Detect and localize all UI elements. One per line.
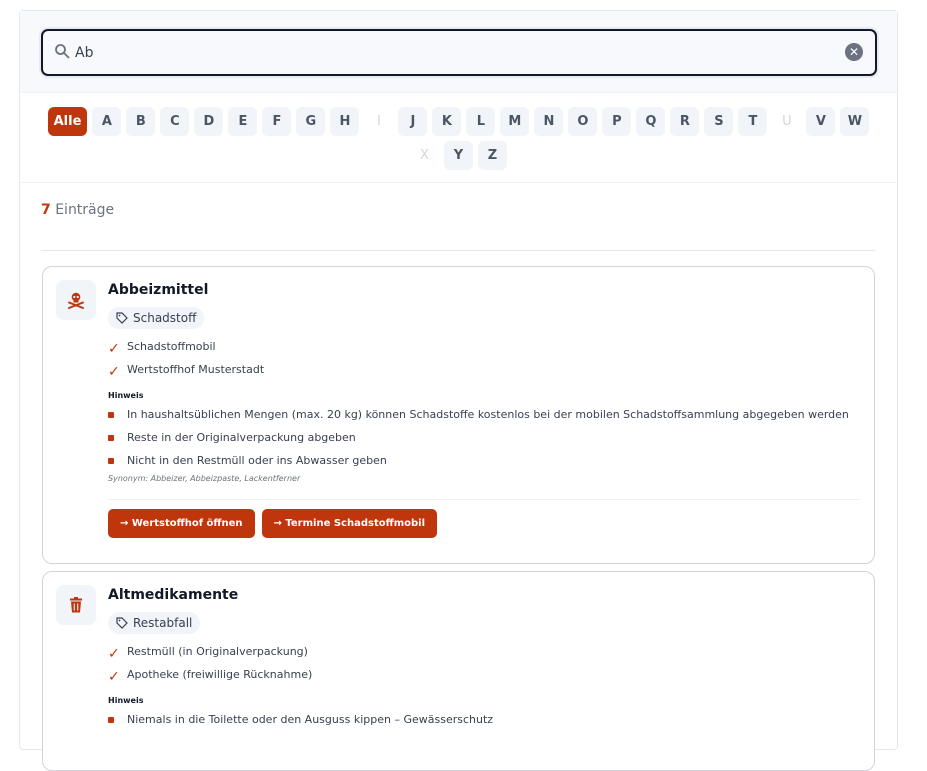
- letter-filter-i: I: [376, 114, 381, 129]
- skull-crossbones-icon: [56, 280, 96, 320]
- category-tag-label: Schadstoff: [133, 311, 197, 325]
- search-input[interactable]: [75, 40, 835, 66]
- letter-filter-j[interactable]: J: [398, 107, 428, 136]
- tag-icon: [116, 617, 128, 629]
- hint-item: In haushaltsüblichen Mengen (max. 20 kg)…: [108, 403, 860, 426]
- letter-filter-e[interactable]: E: [228, 107, 258, 136]
- letter-filter-g[interactable]: G: [296, 107, 326, 136]
- letter-filter-u: U: [782, 114, 792, 129]
- destination-label: Wertstoffhof Musterstadt: [127, 363, 265, 376]
- result-count-label: Einträge: [55, 202, 115, 218]
- result-count: 7 Einträge: [20, 183, 897, 250]
- card-body: Abbeizmittel Schadstoff ✓ Schadstoffmobil…: [108, 282, 860, 538]
- tag-icon: [116, 312, 128, 324]
- letter-filter-t[interactable]: T: [738, 107, 768, 136]
- hint-item: Reste in der Originalverpackung abgeben: [108, 426, 860, 449]
- category-tag[interactable]: Schadstoff: [108, 307, 205, 329]
- result-card-altmedikamente: Altmedikamente Restabfall ✓ Restmüll (in …: [42, 571, 875, 771]
- hint-text: Niemals in die Toilette oder den Ausguss…: [127, 713, 494, 726]
- divider: [41, 250, 875, 251]
- search-zone: ✕: [20, 11, 897, 93]
- bullet-icon: [108, 411, 114, 418]
- destination-item: ✓ Wertstoffhof Musterstadt: [108, 363, 860, 386]
- letter-filter-p[interactable]: P: [602, 107, 632, 136]
- hint-item: Nicht in den Restmüll oder ins Abwasser …: [108, 449, 860, 472]
- alphabet-row: Alle A B C D E F G H I J K L M N O P Q R S T U V W: [20, 107, 897, 136]
- letter-filter-h[interactable]: H: [330, 107, 360, 136]
- destination-item: ✓ Restmüll (in Originalverpackung): [108, 645, 860, 668]
- hint-text: Nicht in den Restmüll oder ins Abwasser …: [127, 454, 387, 467]
- letter-filter-f[interactable]: F: [262, 107, 292, 136]
- result-count-number: 7: [41, 202, 51, 218]
- letter-filter-a[interactable]: A: [92, 107, 122, 136]
- open-recycling-center-button[interactable]: → Wertstoffhof öffnen: [108, 509, 255, 538]
- destination-label: Apotheke (freiwillige Rücknahme): [127, 668, 313, 681]
- destination-item: ✓ Apotheke (freiwillige Rücknahme): [108, 668, 860, 691]
- letter-filter-o[interactable]: O: [568, 107, 598, 136]
- destination-label: Schadstoffmobil: [127, 340, 216, 353]
- letter-filter-b[interactable]: B: [126, 107, 156, 136]
- letter-filter-y[interactable]: Y: [444, 141, 473, 170]
- card-title: Abbeizmittel: [108, 282, 209, 298]
- letter-filter-r[interactable]: R: [670, 107, 700, 136]
- category-tag[interactable]: Restabfall: [108, 612, 201, 634]
- letter-filter-d[interactable]: D: [194, 107, 224, 136]
- bullet-icon: [108, 457, 114, 464]
- letter-filter-s[interactable]: S: [704, 107, 734, 136]
- category-tag-label: Restabfall: [133, 616, 193, 630]
- destination-list: ✓ Restmüll (in Originalverpackung) ✓ Apoth…: [108, 645, 860, 691]
- hint-text: In haushaltsüblichen Mengen (max. 20 kg)…: [127, 408, 849, 421]
- check-icon: ✓: [108, 669, 120, 685]
- letter-filter-m[interactable]: M: [500, 107, 530, 136]
- card-divider: [108, 499, 860, 500]
- hint-heading: Hinweis: [108, 391, 144, 400]
- card-title: Altmedikamente: [108, 587, 239, 603]
- bullet-icon: [108, 716, 114, 723]
- letter-filter-alle[interactable]: Alle: [47, 107, 88, 136]
- letter-filter-q[interactable]: Q: [636, 107, 666, 136]
- letter-filter-n[interactable]: N: [534, 107, 564, 136]
- clear-search-icon[interactable]: ✕: [845, 43, 863, 61]
- hint-item: Niemals in die Toilette oder den Ausguss…: [108, 708, 860, 731]
- letter-filter-k[interactable]: K: [432, 107, 462, 136]
- bullet-icon: [108, 434, 114, 441]
- hazmat-mobile-dates-button[interactable]: → Termine Schadstoffmobil: [261, 509, 438, 538]
- letter-filter-z[interactable]: Z: [478, 141, 507, 170]
- letter-filter-v[interactable]: V: [806, 107, 836, 136]
- hint-text: Reste in der Originalverpackung abgeben: [127, 431, 356, 444]
- alphabet-row: XYZ: [20, 141, 897, 170]
- alphabet-filter: Alle A B C D E F G H I J K L M N O P Q R S T U V W XYZ: [20, 93, 897, 183]
- trash-can-icon: [56, 585, 96, 625]
- letter-filter-w[interactable]: W: [840, 107, 870, 136]
- search-box[interactable]: ✕: [41, 29, 877, 76]
- hint-heading: Hinweis: [108, 696, 144, 705]
- card-body: Altmedikamente Restabfall ✓ Restmüll (in …: [108, 587, 860, 731]
- check-icon: ✓: [108, 341, 120, 357]
- check-icon: ✓: [108, 646, 120, 662]
- card-actions: → Wertstoffhof öffnen → Termine Schadsto…: [108, 509, 860, 538]
- check-icon: ✓: [108, 364, 120, 380]
- result-card-abbeizmittel: Abbeizmittel Schadstoff ✓ Schadstoffmobil…: [42, 266, 875, 564]
- letter-filter-l[interactable]: L: [466, 107, 496, 136]
- synonym-text: Synonym: Abbeizer, Abbeizpaste, Lackentf…: [108, 474, 301, 483]
- destination-list: ✓ Schadstoffmobil ✓ Wertstoffhof Mustersta…: [108, 340, 860, 386]
- search-icon: [55, 44, 70, 59]
- letter-filter-x: X: [420, 148, 429, 163]
- destination-label: Restmüll (in Originalverpackung): [127, 645, 308, 658]
- destination-item: ✓ Schadstoffmobil: [108, 340, 860, 363]
- letter-filter-c[interactable]: C: [160, 107, 190, 136]
